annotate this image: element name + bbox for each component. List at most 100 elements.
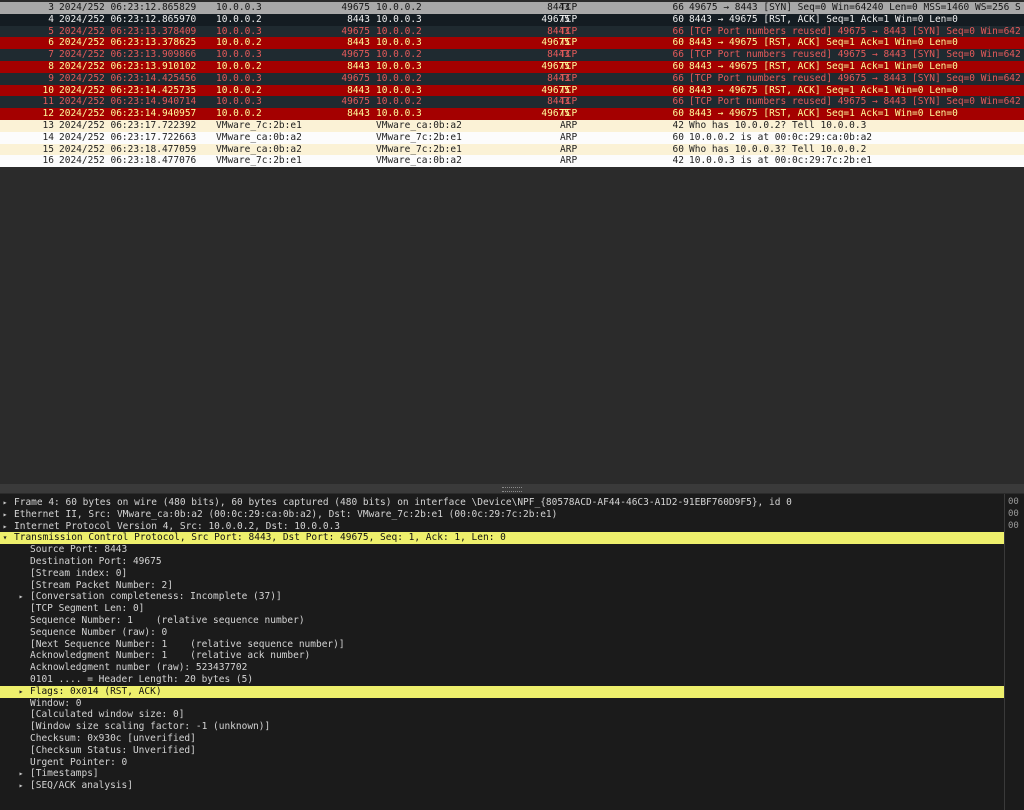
detail-tree-item[interactable]: Acknowledgment number (raw): 523437702 [0,662,1004,674]
packet-info: 8443 → 49675 [RST, ACK] Seq=1 Ack=1 Win=… [689,37,958,49]
collapse-arrow-icon[interactable]: ▸ [17,768,25,780]
detail-tree-item[interactable]: [Stream index: 0] [0,568,1004,580]
packet-source-port: 49675 [341,96,370,108]
collapse-arrow-icon[interactable]: ▸ [17,686,25,698]
detail-tree-item[interactable]: ▸ Internet Protocol Version 4, Src: 10.0.… [0,521,1004,533]
packet-number: 16 [42,155,54,167]
packet-source-port: 8443 [347,61,370,72]
detail-tree-label: Acknowledgment Number: 1 (relative ack n… [30,650,311,662]
bytes-row: 00 [1008,520,1019,531]
detail-tree-label: [TCP Segment Len: 0] [30,603,145,615]
packet-source-port: 8443 [347,84,370,96]
packet-protocol: TCP [560,96,578,108]
packet-time: 2024/252 06:23:14.940714 [59,96,197,108]
bytes-row: 00 [1008,508,1019,519]
detail-tree-label: Transmission Control Protocol, Src Port:… [14,532,506,544]
packet-time: 2024/252 06:23:12.865829 [59,2,197,13]
detail-tree-item[interactable]: [Stream Packet Number: 2] [0,580,1004,592]
packet-row[interactable]: 11 2024/252 06:23:14.940714 10.0.0.3 49675 1… [0,96,1024,109]
packet-row[interactable]: 10 2024/252 06:23:14.425735 10.0.0.2 8443 10… [0,84,1024,97]
packet-protocol: TCP [560,108,578,120]
collapse-arrow-icon[interactable]: ▸ [17,591,25,603]
detail-tree-item[interactable]: Sequence Number: 1 (relative sequence nu… [0,615,1004,627]
packet-protocol: ARP [560,131,578,143]
detail-tree-item[interactable]: [TCP Segment Len: 0] [0,603,1004,615]
splitter-grip-icon[interactable] [502,487,522,492]
collapse-arrow-icon[interactable]: ▸ [1,509,9,521]
packet-length: 60 [672,61,684,72]
packet-row[interactable]: 6 2024/252 06:23:13.378625 10.0.0.2 8443 10.… [0,37,1024,50]
packet-number: 11 [42,96,54,108]
detail-tree-label: Acknowledgment number (raw): 523437702 [30,662,248,674]
detail-tree-item[interactable]: Checksum: 0x930c [unverified] [0,733,1004,745]
detail-tree-item[interactable]: [Calculated window size: 0] [0,709,1004,721]
packet-row[interactable]: 14 2024/252 06:23:17.722663 VMware_ca:0b:a… [0,131,1024,144]
detail-tree-item[interactable]: Destination Port: 49675 [0,556,1004,568]
collapse-arrow-icon[interactable]: ▸ [1,521,9,533]
packet-number: 12 [42,108,54,120]
detail-tree-label: Source Port: 8443 [30,544,128,556]
packet-row[interactable]: 5 2024/252 06:23:13.378409 10.0.0.3 49675 10… [0,25,1024,38]
packet-destination: VMware_ca:0b:a2 [376,120,462,131]
packet-details-tree[interactable]: ▸ Frame 4: 60 bytes on wire (480 bits), 6… [0,494,1004,810]
collapse-arrow-icon[interactable]: ▸ [1,497,9,509]
packet-row[interactable]: 8 2024/252 06:23:13.910102 10.0.0.2 8443 10.… [0,61,1024,73]
packet-row[interactable]: 4 2024/252 06:23:12.865970 10.0.0.2 8443 10.… [0,13,1024,26]
detail-tree-label: [Timestamps] [30,768,99,780]
detail-tree-item[interactable]: ▸ Frame 4: 60 bytes on wire (480 bits), 6… [0,497,1004,509]
pane-splitter[interactable] [0,484,1024,493]
detail-tree-item[interactable]: [Next Sequence Number: 1 (relative seque… [0,639,1004,651]
detail-tree-item[interactable]: Sequence Number (raw): 0 [0,627,1004,639]
packet-info: [TCP Port numbers reused] 49675 → 8443 [… [689,96,1021,108]
packet-info: Who has 10.0.0.3? Tell 10.0.0.2 [689,143,867,155]
packet-length: 66 [672,2,684,13]
packet-row[interactable]: 9 2024/252 06:23:14.425456 10.0.0.3 49675 10… [0,72,1024,85]
detail-tree-item[interactable]: Source Port: 8443 [0,544,1004,556]
packet-length: 42 [672,120,684,131]
packet-protocol: TCP [560,49,578,61]
packet-protocol: TCP [560,61,578,72]
detail-tree-item[interactable]: Window: 0 [0,698,1004,710]
packet-info: 10.0.0.3 is at 00:0c:29:7c:2b:e1 [689,155,873,167]
detail-tree-item[interactable]: ▸ [SEQ/ACK analysis] [0,780,1004,792]
packet-row[interactable]: 15 2024/252 06:23:18.477059 VMware_ca:0b:a… [0,143,1024,156]
detail-tree-item[interactable]: ▸ Ethernet II, Src: VMware_ca:0b:a2 (00:0… [0,509,1004,521]
detail-tree-item[interactable]: ▸ [Timestamps] [0,768,1004,780]
packet-time: 2024/252 06:23:13.378409 [59,25,197,37]
packet-time: 2024/252 06:23:14.425735 [59,84,197,96]
packet-info: [TCP Port numbers reused] 49675 → 8443 [… [689,25,1021,37]
packet-length: 60 [672,108,684,120]
packet-row[interactable]: 13 2024/252 06:23:17.722392 VMware_7c:2b:e… [0,120,1024,132]
packet-info: 10.0.0.2 is at 00:0c:29:ca:0b:a2 [689,131,873,143]
packet-destination: 10.0.0.3 [376,13,422,25]
detail-tree-item[interactable]: [Checksum Status: Unverified] [0,745,1004,757]
packet-protocol: ARP [560,120,578,131]
detail-tree-label: Window: 0 [30,697,82,709]
packet-row[interactable]: 7 2024/252 06:23:13.909866 10.0.0.3 49675 10… [0,49,1024,61]
detail-tree-label: Checksum: 0x930c [unverified] [30,733,196,744]
packet-row[interactable]: 16 2024/252 06:23:18.477076 VMware_7c:2b:e… [0,155,1024,168]
detail-tree-item[interactable]: ▸ [Conversation completeness: Incomplete … [0,591,1004,603]
packet-protocol: ARP [560,143,578,155]
packet-row[interactable]: 3 2024/252 06:23:12.865829 10.0.0.3 49675 10… [0,2,1024,14]
collapse-arrow-icon[interactable]: ▸ [17,780,25,792]
detail-tree-item[interactable]: Urgent Pointer: 0 [0,757,1004,769]
detail-tree-item[interactable]: ▾ Transmission Control Protocol, Src Port… [0,532,1004,545]
detail-tree-item[interactable]: 0101 .... = Header Length: 20 bytes (5) [0,674,1004,686]
packet-destination: 10.0.0.2 [376,49,422,61]
packet-destination: 10.0.0.2 [376,72,422,84]
detail-tree-item[interactable]: [Window size scaling factor: -1 (unknown… [0,721,1004,733]
packet-bytes-pane[interactable]: 00 00 00 [1004,494,1024,810]
packet-row[interactable]: 12 2024/252 06:23:14.940957 10.0.0.2 8443 10… [0,108,1024,120]
packet-list[interactable]: 3 2024/252 06:23:12.865829 10.0.0.3 49675 10… [0,0,1024,170]
packet-length: 42 [672,155,684,167]
packet-number: 14 [42,131,54,143]
packet-source-port: 49675 [341,25,370,37]
packet-length: 60 [672,143,684,155]
packet-time: 2024/252 06:23:18.477059 [59,143,197,155]
detail-tree-item[interactable]: Acknowledgment Number: 1 (relative ack n… [0,650,1004,662]
detail-tree-label: [Stream Packet Number: 2] [30,579,173,591]
expand-arrow-icon[interactable]: ▾ [1,532,9,544]
detail-tree-item[interactable]: ▸ Flags: 0x014 (RST, ACK) [0,685,1004,698]
detail-tree-label: Destination Port: 49675 [30,556,162,567]
